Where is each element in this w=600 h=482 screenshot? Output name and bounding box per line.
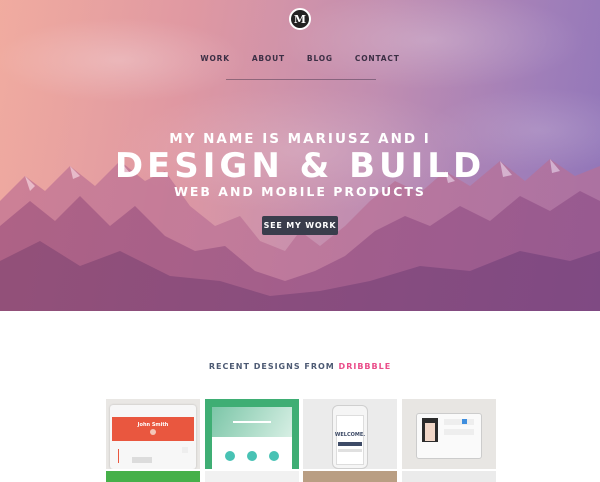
see-my-work-button[interactable]: SEE MY WORK [262, 216, 338, 235]
app-input [338, 449, 362, 452]
hero-text-line [233, 421, 271, 423]
recent-designs-heading: RECENT DESIGNS FROM DRIBBBLE [0, 362, 600, 371]
dribbble-shot-4[interactable] [402, 399, 496, 469]
welcome-text: WELCOME. [334, 432, 366, 438]
hero-intro: MY NAME IS MARIUSZ AND I [169, 131, 431, 147]
dribbble-link[interactable]: DRIBBBLE [339, 362, 392, 371]
dribbble-shot-8[interactable] [402, 471, 496, 482]
feature-icon-3 [269, 451, 279, 461]
dribbble-shot-3[interactable]: WELCOME. [303, 399, 397, 469]
dribbble-shot-7[interactable] [303, 471, 397, 482]
product-row-2 [444, 429, 474, 435]
main-nav: WORK ABOUT BLOG CONTACT [0, 54, 600, 63]
add-to-cart-icon [462, 419, 467, 424]
side-widget [182, 447, 188, 453]
hero-subline: WEB AND MOBILE PRODUCTS [174, 184, 426, 199]
app-button [338, 442, 362, 446]
logo-letter: M [293, 12, 307, 26]
brand-logo[interactable]: M [289, 8, 311, 30]
model-figure [425, 423, 435, 441]
portfolio-page: M WORK ABOUT BLOG CONTACT MY NAME IS MAR… [0, 0, 600, 482]
nav-link-about[interactable]: ABOUT [252, 54, 285, 63]
feature-icon-1 [225, 451, 235, 461]
dribbble-shot-5[interactable] [106, 471, 200, 482]
nav-divider [226, 79, 376, 80]
dribbble-shot-1[interactable]: John Smith [106, 399, 200, 469]
nav-link-work[interactable]: WORK [200, 54, 229, 63]
feature-icon-2 [247, 451, 257, 461]
nav-link-contact[interactable]: CONTACT [355, 54, 400, 63]
hero-section: M WORK ABOUT BLOG CONTACT MY NAME IS MAR… [0, 0, 600, 311]
dribbble-shot-2[interactable] [205, 399, 299, 469]
avatar [150, 429, 156, 435]
profile-name: John Smith [137, 422, 169, 428]
chart-line [118, 449, 119, 463]
nav-link-blog[interactable]: BLOG [307, 54, 333, 63]
recent-prefix: RECENT DESIGNS FROM [208, 362, 335, 371]
product-row-1 [444, 419, 474, 425]
iphone-screen [336, 415, 364, 465]
content-line [132, 457, 152, 463]
dribbble-shot-6[interactable] [205, 471, 299, 482]
hero-headline: DESIGN & BUILD [114, 146, 486, 186]
